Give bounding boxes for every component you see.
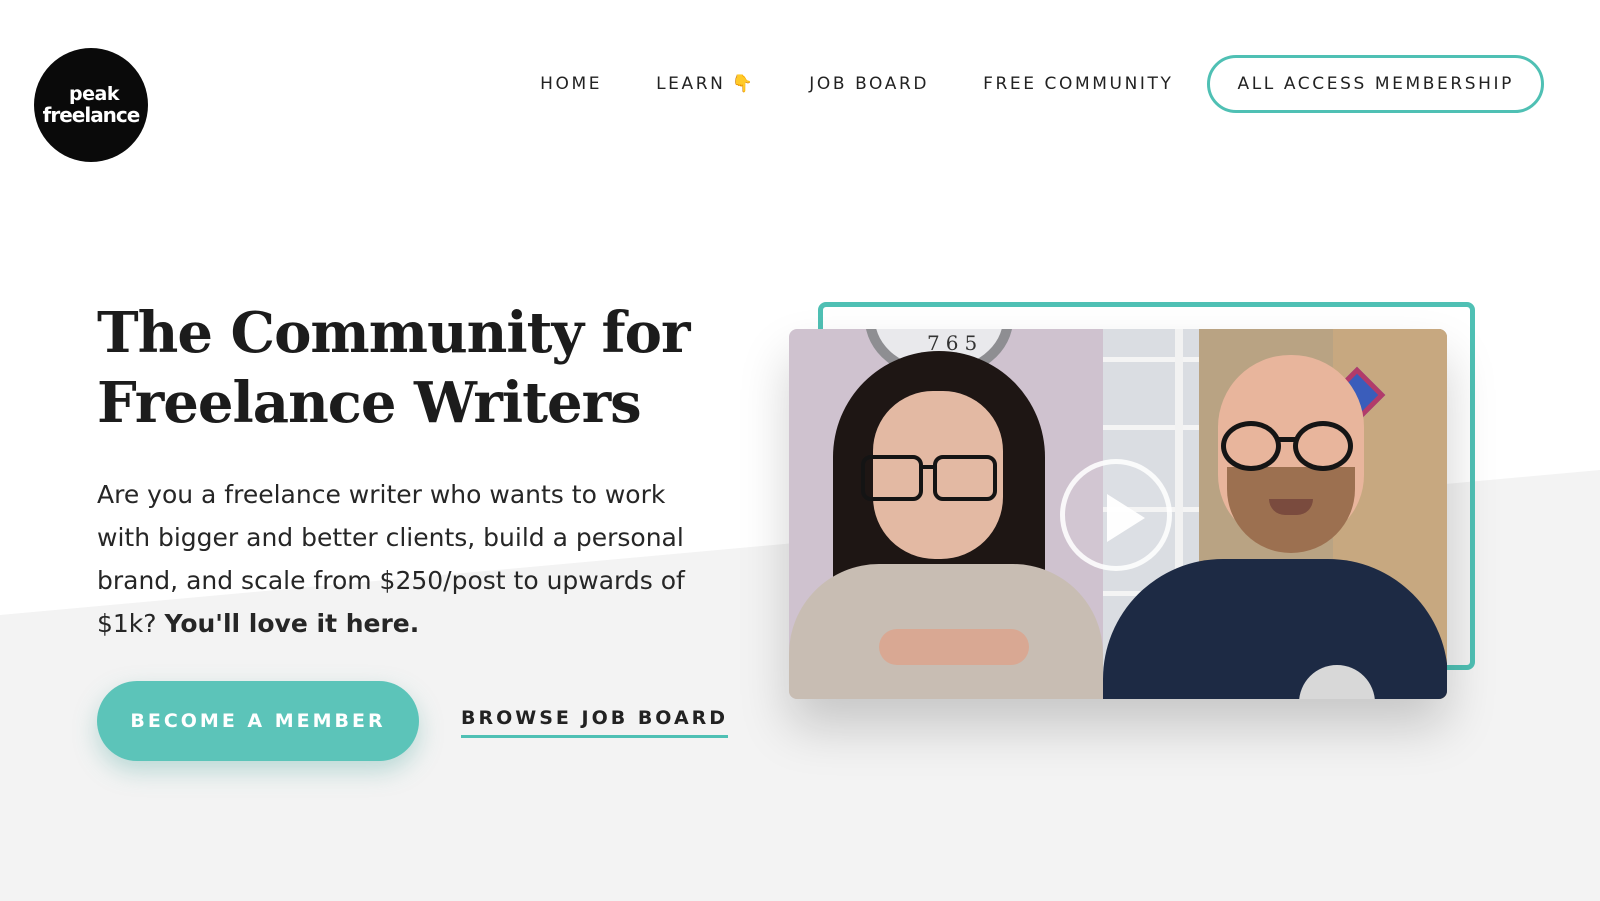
hero-title-line-1: The Community for: [97, 300, 690, 366]
nav-item-learn[interactable]: LEARN 👇: [656, 74, 755, 94]
nav-item-job-board[interactable]: JOB BOARD: [809, 74, 929, 94]
participant-left-glasses-bridge: [921, 465, 935, 469]
hero-title: The Community for Freelance Writers: [97, 298, 717, 438]
participant-right-glasses-left-lens: [1221, 421, 1281, 471]
participant-right-glasses-right-lens: [1293, 421, 1353, 471]
logo[interactable]: peak freelance: [34, 48, 148, 162]
nav-item-home[interactable]: HOME: [540, 74, 602, 94]
play-icon[interactable]: [1060, 459, 1172, 571]
logo-line-1: peak: [69, 83, 119, 105]
browse-job-board-link[interactable]: BROWSE JOB BOARD: [461, 707, 729, 738]
nav-item-free-community[interactable]: FREE COMMUNITY: [983, 74, 1173, 94]
video-participant-left: 765: [789, 329, 1103, 699]
nav-item-learn-label: LEARN: [656, 74, 726, 94]
participant-right-tshirt: [1103, 559, 1447, 699]
participant-left-glasses-right-lens: [933, 455, 997, 501]
all-access-membership-button[interactable]: ALL ACCESS MEMBERSHIP: [1207, 55, 1544, 113]
hero-subtitle: Are you a freelance writer who wants to …: [97, 473, 707, 645]
become-a-member-button[interactable]: BECOME A MEMBER: [97, 681, 419, 761]
pointing-down-icon: 👇: [731, 74, 756, 94]
hero-subtitle-emphasis: You'll love it here.: [164, 609, 420, 638]
participant-right-glasses-bridge: [1279, 437, 1295, 442]
hero-title-line-2: Freelance Writers: [97, 370, 642, 436]
shelf-board: [1103, 425, 1199, 430]
main-nav: HOME LEARN 👇 JOB BOARD FREE COMMUNITY ALL…: [540, 55, 1544, 113]
participant-left-hands: [879, 629, 1029, 665]
shelf-board: [1103, 357, 1199, 362]
participant-left-glasses-left-lens: [861, 455, 923, 501]
landing-page: peak freelance HOME LEARN 👇 JOB BOARD FRE…: [0, 0, 1600, 901]
logo-line-2: freelance: [42, 103, 141, 127]
